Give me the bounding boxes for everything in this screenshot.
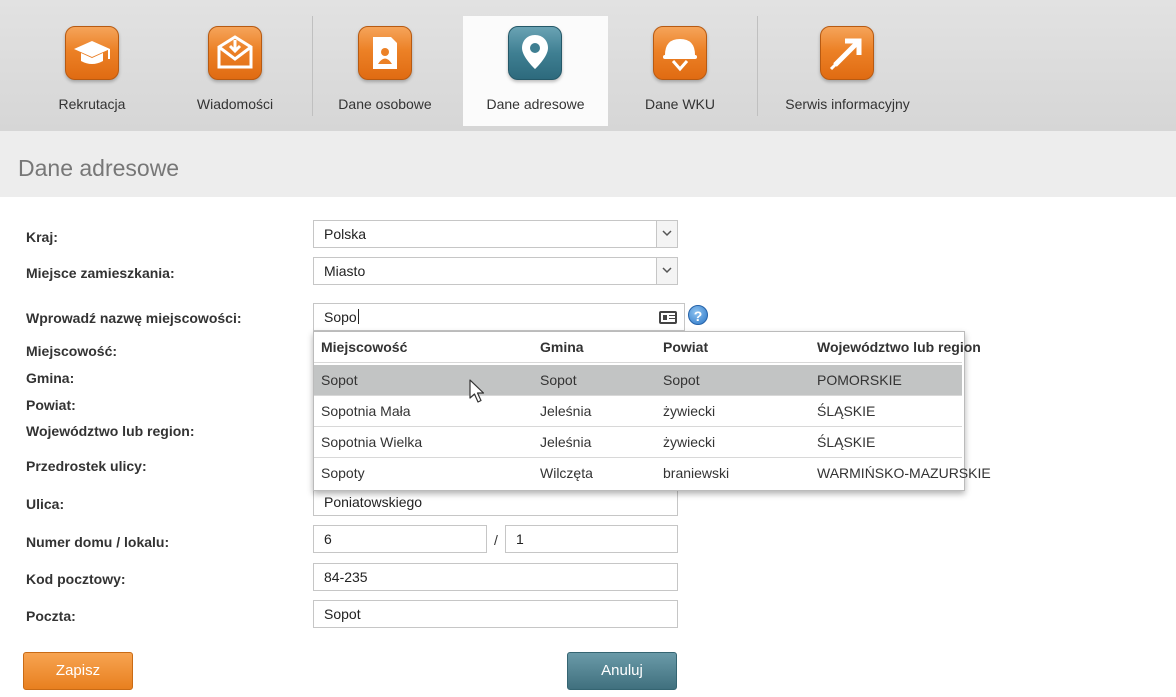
label-nazwa-miejscowosci: Wprowadź nazwę miejscowości:: [26, 310, 242, 326]
suggestion-row[interactable]: Sopotnia Mała Jeleśnia żywiecki ŚLĄSKIE: [314, 396, 962, 427]
cell-powiat: żywiecki: [663, 434, 716, 450]
cell-miejscowosc: Sopot: [321, 372, 358, 388]
page-header: Dane adresowe: [0, 131, 1176, 197]
cell-miejscowosc: Sopoty: [321, 465, 365, 481]
mouse-cursor-icon: [469, 379, 485, 403]
graduation-cap-icon: [65, 26, 119, 80]
cell-wojewodztwo: ŚLĄSKIE: [817, 434, 876, 450]
suggestion-row[interactable]: Sopotnia Wielka Jeleśnia żywiecki ŚLĄSKI…: [314, 427, 962, 458]
nav-item-serwis-informacyjny[interactable]: Serwis informacyjny: [765, 16, 930, 126]
address-card-icon[interactable]: [659, 311, 677, 324]
nav-item-dane-osobowe[interactable]: Dane osobowe: [320, 16, 450, 126]
ulica-input[interactable]: Poniatowskiego: [313, 488, 678, 516]
chevron-down-icon[interactable]: [656, 258, 677, 284]
header-wojewodztwo: Województwo lub region: [817, 339, 981, 355]
header-gmina: Gmina: [540, 339, 584, 355]
text-cursor: [357, 309, 359, 324]
nav-divider: [757, 16, 758, 116]
cell-miejscowosc: Sopotnia Wielka: [321, 434, 423, 450]
label-powiat: Powiat:: [26, 397, 76, 413]
nav-label: Dane osobowe: [338, 96, 432, 112]
cell-wojewodztwo: ŚLĄSKIE: [817, 403, 876, 419]
cell-powiat: Sopot: [663, 372, 700, 388]
kod-pocztowy-value: 84-235: [324, 569, 368, 585]
nav-divider: [312, 16, 313, 116]
kod-pocztowy-input[interactable]: 84-235: [313, 563, 678, 591]
numer-lokalu-value: 1: [516, 531, 524, 547]
person-card-icon: [358, 26, 412, 80]
page-title: Dane adresowe: [18, 155, 180, 181]
external-arrow-icon: [820, 26, 874, 80]
label-kod-pocztowy: Kod pocztowy:: [26, 571, 126, 587]
label-ulica: Ulica:: [26, 496, 65, 512]
chevron-down-icon[interactable]: [656, 221, 677, 247]
nav-label: Rekrutacja: [58, 96, 126, 112]
kraj-value: Polska: [324, 226, 367, 242]
cell-wojewodztwo: POMORSKIE: [817, 372, 902, 388]
nav-item-dane-wku[interactable]: Dane WKU: [625, 16, 735, 126]
envelope-icon: [208, 26, 262, 80]
label-przedrostek-ulicy: Przedrostek ulicy:: [26, 458, 147, 474]
nav-item-dane-adresowe[interactable]: Dane adresowe: [463, 16, 608, 126]
label-kraj: Kraj:: [26, 229, 58, 245]
label-poczta: Poczta:: [26, 608, 76, 624]
cell-gmina: Jeleśnia: [540, 434, 592, 450]
save-button[interactable]: Zapisz: [23, 652, 133, 690]
suggestions-header: Miejscowość Gmina Powiat Województwo lub…: [314, 332, 981, 363]
nav-label: Serwis informacyjny: [785, 96, 910, 112]
helmet-icon: [653, 26, 707, 80]
nav-item-wiadomosci[interactable]: Wiadomości: [180, 16, 290, 126]
miejsce-value: Miasto: [324, 263, 366, 279]
nav-item-rekrutacja[interactable]: Rekrutacja: [37, 16, 147, 126]
label-numer-domu: Numer domu / lokalu:: [26, 534, 170, 550]
label-miejsce-zamieszkania: Miejsce zamieszkania:: [26, 265, 175, 281]
cell-wojewodztwo: WARMIŃSKO-MAZURSKIE: [817, 465, 991, 481]
numer-lokalu-input[interactable]: 1: [505, 525, 678, 553]
numer-domu-value: 6: [324, 531, 332, 547]
help-icon[interactable]: ?: [688, 305, 708, 325]
search-value: Sopo: [324, 309, 357, 325]
location-pin-icon: [508, 26, 562, 80]
ulica-value: Poniatowskiego: [324, 494, 423, 510]
label-miejscowosc: Miejscowość:: [26, 343, 118, 359]
nav-label: Wiadomości: [196, 96, 274, 112]
cell-powiat: braniewski: [663, 465, 730, 481]
cell-gmina: Jeleśnia: [540, 403, 592, 419]
cell-gmina: Wilczęta: [540, 465, 593, 481]
poczta-input[interactable]: Sopot: [313, 600, 678, 628]
cell-gmina: Sopot: [540, 372, 577, 388]
header-miejscowosc: Miejscowość: [321, 339, 408, 355]
header-powiat: Powiat: [663, 339, 709, 355]
nav-label: Dane WKU: [644, 96, 716, 112]
numer-domu-input[interactable]: 6: [313, 525, 487, 553]
cancel-button[interactable]: Anuluj: [567, 652, 677, 690]
cell-miejscowosc: Sopotnia Mała: [321, 403, 411, 419]
suggestion-row[interactable]: Sopot Sopot Sopot POMORSKIE: [314, 365, 962, 396]
kraj-select[interactable]: Polska: [313, 220, 678, 248]
poczta-value: Sopot: [324, 606, 361, 622]
suggestions-dropdown: Miejscowość Gmina Powiat Województwo lub…: [313, 331, 991, 491]
top-navigation: Rekrutacja Wiadomości Dane osobowe Dane …: [0, 0, 1176, 131]
suggestion-row[interactable]: Sopoty Wilczęta braniewski WARMIŃSKO-MAZ…: [314, 458, 991, 488]
nav-label: Dane adresowe: [486, 96, 585, 112]
miejsce-zamieszkania-select[interactable]: Miasto: [313, 257, 678, 285]
label-gmina: Gmina:: [26, 370, 75, 386]
numer-separator: /: [494, 532, 498, 548]
label-wojewodztwo: Województwo lub region:: [26, 423, 195, 439]
miejscowosc-search-input[interactable]: Sopo: [313, 303, 685, 331]
cell-powiat: żywiecki: [663, 403, 716, 419]
